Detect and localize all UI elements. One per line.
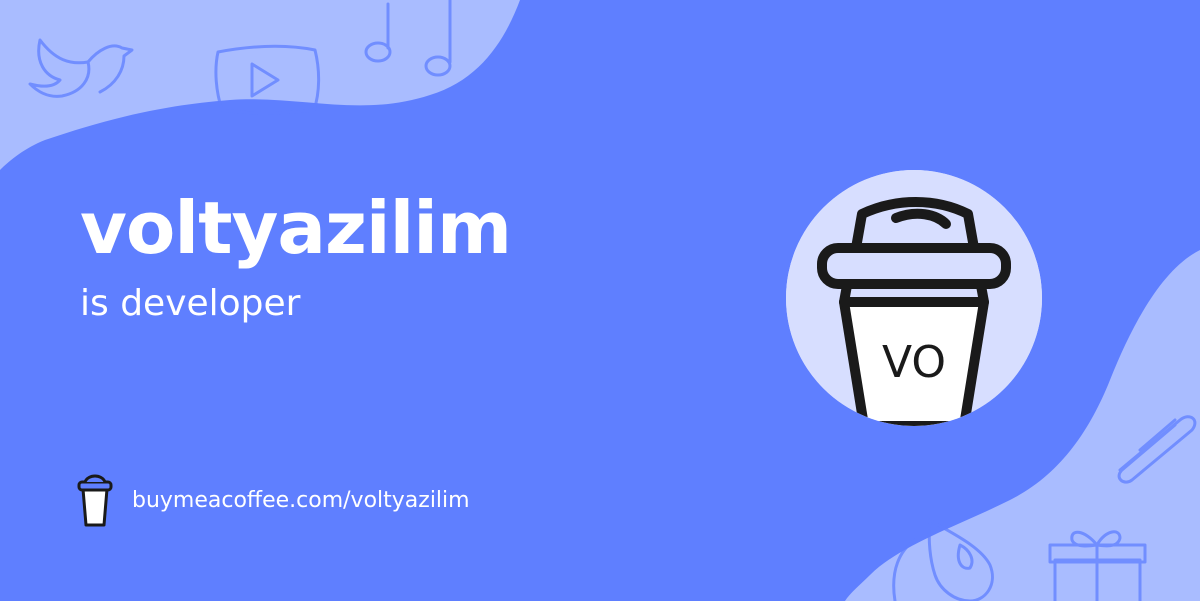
coffee-cup-icon — [77, 474, 113, 527]
share-card: voltyazilim is developer VO buymeacoffee… — [0, 0, 1200, 601]
coffee-cup-avatar-icon: VO — [786, 170, 1042, 426]
profile-tagline: is developer — [80, 283, 301, 324]
profile-url-link[interactable]: buymeacoffee.com/voltyazilim — [132, 488, 470, 513]
avatar-initials: VO — [882, 337, 946, 388]
top-left-wave — [0, 0, 520, 170]
footer: buymeacoffee.com/voltyazilim — [76, 470, 470, 530]
avatar: VO — [786, 170, 1042, 426]
profile-name: voltyazilim — [80, 186, 512, 270]
